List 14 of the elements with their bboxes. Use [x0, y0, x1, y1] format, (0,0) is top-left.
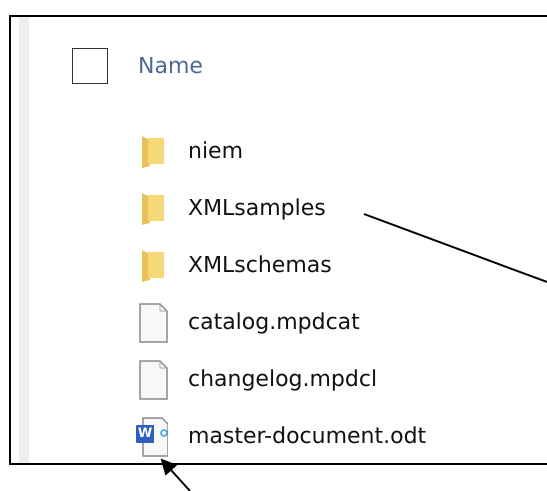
- folder-icon: [140, 134, 166, 170]
- file-name[interactable]: XMLschemas: [188, 253, 332, 278]
- word-badge: W: [136, 424, 154, 442]
- file-icon: [138, 302, 168, 342]
- folder-icon: [140, 190, 166, 226]
- file-name[interactable]: XMLsamples: [188, 196, 326, 221]
- file-name[interactable]: master-document.odt: [188, 424, 426, 449]
- file-icon: [138, 360, 168, 400]
- file-name[interactable]: niem: [188, 139, 244, 164]
- folder-icon: [140, 248, 166, 284]
- file-name[interactable]: catalog.mpdcat: [188, 310, 360, 335]
- name-column-header[interactable]: Name: [138, 54, 203, 78]
- select-all-checkbox[interactable]: [72, 48, 108, 84]
- file-name[interactable]: changelog.mpdcl: [188, 367, 378, 392]
